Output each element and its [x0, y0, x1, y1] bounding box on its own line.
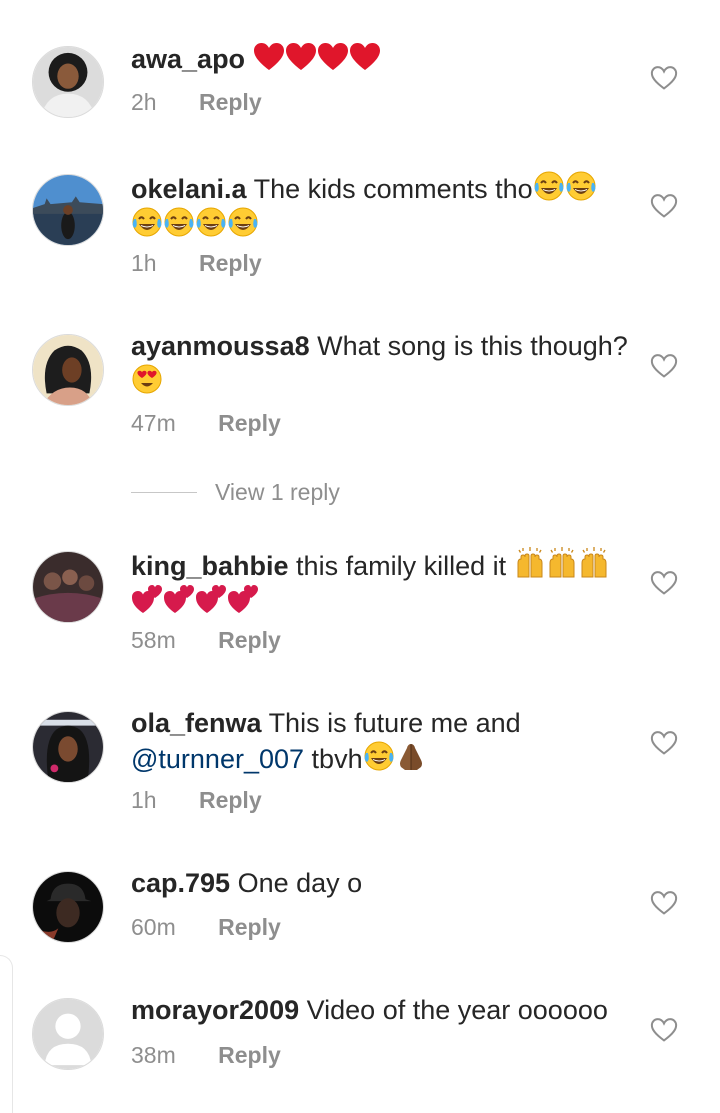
avatar-image: [33, 872, 103, 942]
red-heart-icon: [285, 42, 317, 72]
comment-body-after: tbvh: [311, 744, 363, 774]
avatar[interactable]: [32, 711, 104, 783]
face-with-tears-of-joy-icon: [565, 170, 597, 202]
like-heart-icon[interactable]: [650, 730, 678, 756]
comment-body: What song is this though?: [317, 331, 628, 361]
reply-button[interactable]: Reply: [199, 787, 262, 814]
comment-username[interactable]: awa_apo: [131, 44, 245, 74]
reply-button[interactable]: Reply: [218, 410, 281, 437]
comment-username[interactable]: king_bahbie: [131, 551, 289, 581]
like-heart-icon[interactable]: [650, 890, 678, 916]
comment-text: okelani.a The kids comments tho: [131, 170, 631, 242]
comment-meta: 2h Reply: [131, 89, 262, 116]
panel-edge: [0, 955, 13, 1113]
like-heart-icon[interactable]: [650, 570, 678, 596]
avatar-image: [33, 175, 103, 245]
two-hearts-icon: [195, 583, 227, 615]
default-avatar-icon: [33, 999, 103, 1069]
comment-timestamp: 38m: [131, 1042, 176, 1068]
two-hearts-icon: [227, 583, 259, 615]
smiling-face-with-heart-eyes-icon: [131, 363, 163, 395]
comment-timestamp: 60m: [131, 914, 176, 940]
folded-hands-icon: [395, 740, 427, 772]
comment-body: The kids comments tho: [253, 174, 533, 204]
face-with-tears-of-joy-icon: [533, 170, 565, 202]
emoji-group: [253, 44, 381, 74]
avatar-image: [33, 47, 103, 117]
avatar[interactable]: [32, 46, 104, 118]
comment-body: this family killed it: [296, 551, 507, 581]
reply-button[interactable]: Reply: [199, 89, 262, 116]
face-with-tears-of-joy-icon: [195, 206, 227, 238]
like-heart-icon[interactable]: [650, 353, 678, 379]
comment-meta: 38m Reply: [131, 1042, 281, 1069]
comment-meta: 47m Reply: [131, 410, 281, 437]
comment-meta: 1h Reply: [131, 787, 262, 814]
two-hearts-icon: [131, 583, 163, 615]
comment-text: ola_fenwa This is future me and @turnner…: [131, 707, 631, 776]
face-with-tears-of-joy-icon: [163, 206, 195, 238]
red-heart-icon: [349, 42, 381, 72]
comment-timestamp: 1h: [131, 250, 157, 276]
comment-timestamp: 1h: [131, 787, 157, 813]
comment-body: Video of the year oooooo: [306, 995, 608, 1025]
comment-meta: 1h Reply: [131, 250, 262, 277]
avatar[interactable]: [32, 334, 104, 406]
comment-meta: 60m Reply: [131, 914, 281, 941]
comment-body: This is future me and: [268, 708, 521, 738]
mention-link[interactable]: @turnner_007: [131, 744, 304, 774]
red-heart-icon: [253, 42, 285, 72]
two-hearts-icon: [163, 583, 195, 615]
avatar[interactable]: [32, 998, 104, 1070]
comment-text: morayor2009 Video of the year oooooo: [131, 994, 631, 1027]
reply-button[interactable]: Reply: [218, 1042, 281, 1069]
comment-body: One day o: [237, 868, 363, 898]
comment-timestamp: 47m: [131, 410, 176, 436]
raising-hands-icon: [514, 547, 546, 579]
comment-meta: 58m Reply: [131, 627, 281, 654]
reply-button[interactable]: Reply: [199, 250, 262, 277]
comment-username[interactable]: morayor2009: [131, 995, 299, 1025]
comment-text: king_bahbie this family killed it: [131, 547, 631, 619]
comment-text: ayanmoussa8 What song is this though?: [131, 330, 631, 399]
face-with-tears-of-joy-icon: [363, 740, 395, 772]
avatar-image: [33, 335, 103, 405]
avatar[interactable]: [32, 174, 104, 246]
comment-text: cap.795 One day o: [131, 867, 631, 900]
comment-timestamp: 2h: [131, 89, 157, 115]
avatar[interactable]: [32, 551, 104, 623]
like-heart-icon[interactable]: [650, 65, 678, 91]
avatar-image: [33, 552, 103, 622]
comment-text: awa_apo: [131, 42, 631, 76]
reply-button[interactable]: Reply: [218, 914, 281, 941]
comment-timestamp: 58m: [131, 627, 176, 653]
view-replies-label: View 1 reply: [215, 478, 340, 505]
red-heart-icon: [317, 42, 349, 72]
raising-hands-icon: [546, 547, 578, 579]
view-replies-divider: [131, 491, 197, 493]
raising-hands-icon: [578, 547, 610, 579]
comment-username[interactable]: ola_fenwa: [131, 708, 262, 738]
like-heart-icon[interactable]: [650, 1017, 678, 1043]
avatar-image: [33, 712, 103, 782]
comment-username[interactable]: cap.795: [131, 868, 230, 898]
comment-username[interactable]: ayanmoussa8: [131, 331, 310, 361]
view-replies-button[interactable]: View 1 reply: [131, 476, 340, 508]
reply-button[interactable]: Reply: [218, 627, 281, 654]
face-with-tears-of-joy-icon: [131, 206, 163, 238]
like-heart-icon[interactable]: [650, 193, 678, 219]
comment-username[interactable]: okelani.a: [131, 174, 247, 204]
avatar[interactable]: [32, 871, 104, 943]
face-with-tears-of-joy-icon: [227, 206, 259, 238]
